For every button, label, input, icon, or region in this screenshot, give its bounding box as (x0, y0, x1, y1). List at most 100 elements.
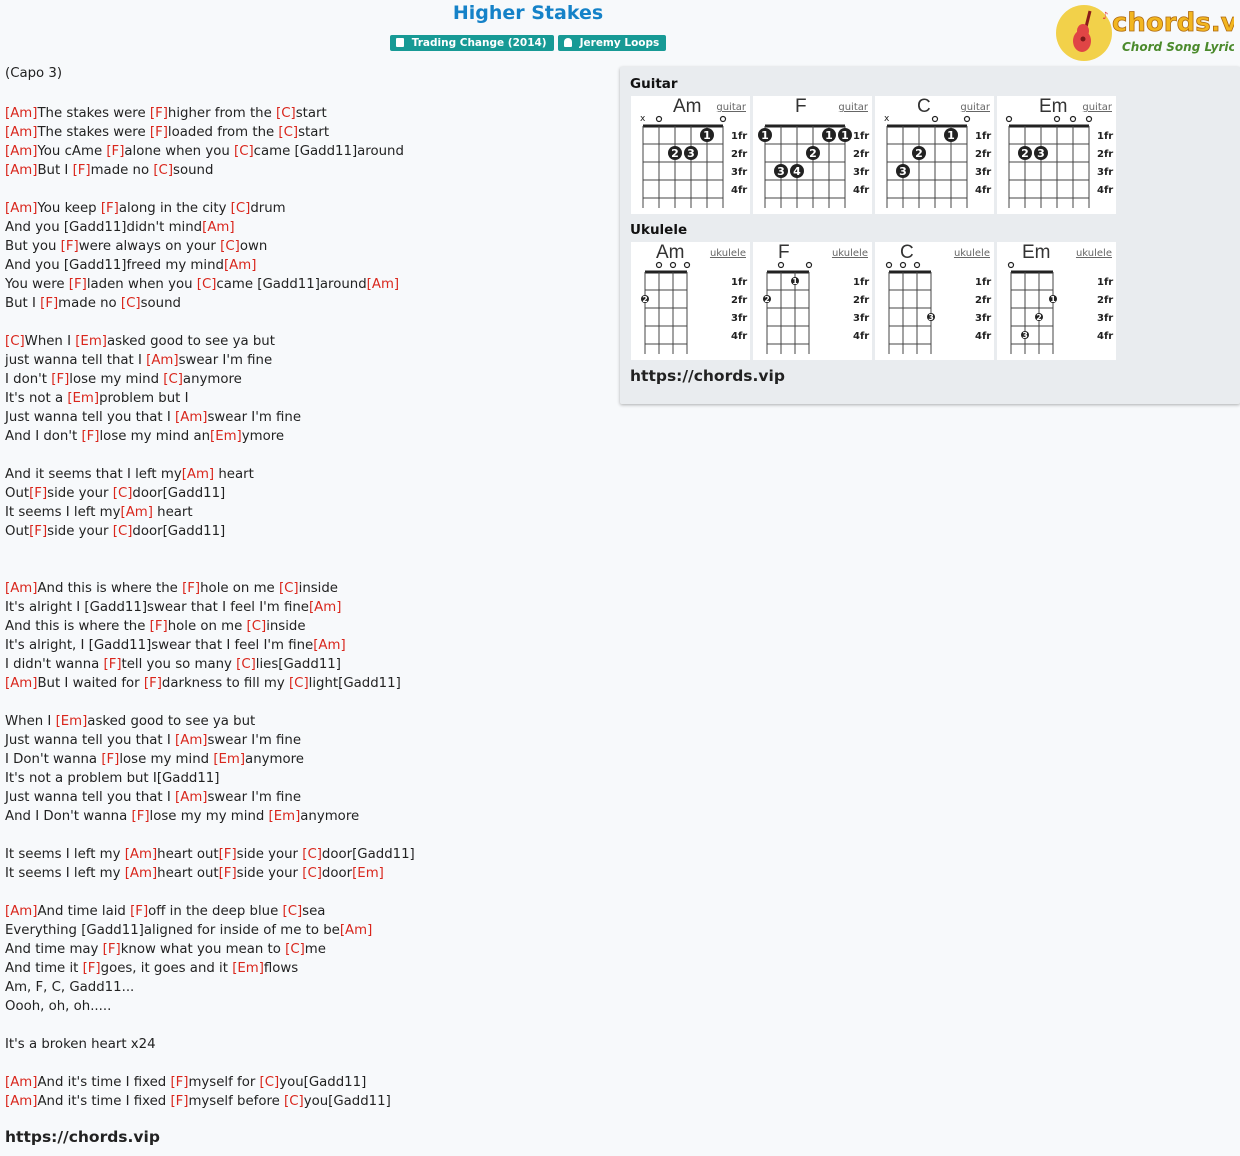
chord-token[interactable]: [F] (182, 581, 200, 596)
chord-token[interactable]: [F] (51, 372, 69, 387)
ukulele-chord-card-f[interactable]: Fukulele 1fr 2fr 3fr 4fr 2 1 (753, 242, 872, 360)
chord-token[interactable]: [C] (283, 904, 303, 919)
chord-token[interactable]: [C] (113, 524, 133, 539)
chord-token[interactable]: [F] (132, 809, 150, 824)
site-logo[interactable]: ♪ chords.vip Chord Song Lyric (1054, 3, 1240, 61)
chord-token[interactable]: [F] (103, 942, 121, 957)
chord-token[interactable]: [Em] (67, 391, 99, 406)
guitar-chord-card-c[interactable]: Cguitar 1fr 2fr 3fr 4fr x 3 2 1 (875, 96, 994, 214)
chord-token[interactable]: [F] (150, 106, 168, 121)
chord-token[interactable]: [Em] (75, 334, 107, 349)
chord-token[interactable]: [C] (236, 657, 256, 672)
artist-badge[interactable]: Jeremy Loops (557, 35, 667, 51)
chord-token[interactable]: [Am] (5, 106, 37, 121)
chord-token[interactable]: [C] (278, 125, 298, 140)
chord-token[interactable]: [Am] (125, 847, 157, 862)
chord-token[interactable]: [C] (284, 1094, 304, 1109)
ukulele-chord-card-am[interactable]: Am ukulele 1fr 2fr 3fr 4fr 2 (631, 242, 750, 360)
chord-token[interactable]: [F] (170, 1075, 188, 1090)
chord-token[interactable]: [Am] (367, 277, 399, 292)
album-badge[interactable]: Trading Change (2014) (389, 35, 554, 51)
chord-token[interactable]: [F] (144, 676, 162, 691)
chord-token[interactable]: [F] (29, 524, 47, 539)
chord-token[interactable]: [Em] (232, 961, 264, 976)
lyric-text: freed my mind (126, 258, 224, 273)
chord-token[interactable]: [Am] (175, 733, 207, 748)
chord-token[interactable]: [C] (197, 277, 217, 292)
chord-token[interactable]: [Am] (5, 904, 37, 919)
chord-token[interactable]: [Am] (5, 1094, 37, 1109)
chord-token[interactable]: [F] (104, 657, 122, 672)
chord-token[interactable]: [Am] (313, 638, 345, 653)
chord-token[interactable]: [Am] (121, 505, 153, 520)
open-string-mark (805, 261, 813, 269)
chord-token[interactable]: [C] (153, 163, 173, 178)
chord-token[interactable]: [C] (289, 676, 309, 691)
chord-token[interactable]: [F] (219, 866, 237, 881)
ukulele-chord-card-c[interactable]: Cukulele 1fr 2fr 3fr 4fr 3 (875, 242, 994, 360)
chord-token[interactable]: [C] (220, 239, 240, 254)
chord-token[interactable]: [C] (302, 847, 322, 862)
chord-token[interactable]: [F] (40, 296, 58, 311)
chord-token[interactable]: [C] (260, 1075, 280, 1090)
chord-token[interactable]: [Am] (175, 790, 207, 805)
chord-token[interactable]: [C] (163, 372, 183, 387)
chord-token[interactable]: [F] (106, 144, 124, 159)
lyric-text: came (216, 277, 258, 292)
chord-token[interactable]: [F] (81, 429, 99, 444)
chord-token[interactable]: [Em] (269, 809, 301, 824)
chord-token[interactable]: [C] (121, 296, 141, 311)
chord-token[interactable]: [F] (150, 125, 168, 140)
chord-token[interactable]: [Am] (175, 410, 207, 425)
lyric-text: problem but I (99, 391, 189, 406)
chord-token[interactable]: [C] (285, 942, 305, 957)
chord-token[interactable]: [F] (170, 1094, 188, 1109)
chord-token[interactable]: [F] (101, 752, 119, 767)
song-title[interactable]: Higher Stakes (0, 2, 1056, 24)
chord-token[interactable]: [Am] (5, 1075, 37, 1090)
lyric-line: It's not a [Em]problem but I (5, 389, 415, 408)
chord-token[interactable]: [F] (150, 619, 168, 634)
guitar-chord-card-f[interactable]: Fguitar 1fr 2fr 3fr 4fr 1 3 4 2 1 1 (753, 96, 872, 214)
chord-token[interactable]: [C] (231, 201, 251, 216)
chord-token[interactable]: [Am] (182, 467, 214, 482)
chord-token[interactable]: [F] (29, 486, 47, 501)
chord-token[interactable]: [Em] (352, 866, 384, 881)
chord-token[interactable]: [Em] (56, 714, 88, 729)
chord-token[interactable]: [C] (247, 619, 267, 634)
guitar-chord-card-am[interactable]: Am guitar 1fr 2fr 3fr 4fr x 2 3 1 (631, 96, 750, 214)
chord-token[interactable]: [Am] (5, 163, 37, 178)
footer-link[interactable]: https://chords.vip (5, 1128, 160, 1146)
panel-link[interactable]: https://chords.vip (630, 367, 785, 385)
chord-token[interactable]: [Em] (210, 429, 242, 444)
chord-token[interactable]: [Am] (224, 258, 256, 273)
chord-token[interactable]: [C] (276, 106, 296, 121)
chord-token[interactable]: [Em] (213, 752, 245, 767)
chord-token[interactable]: [F] (73, 163, 91, 178)
chord-token[interactable]: [Am] (309, 600, 341, 615)
chord-token[interactable]: [C] (234, 144, 254, 159)
chord-token[interactable]: [F] (101, 201, 119, 216)
chord-token[interactable]: [F] (69, 277, 87, 292)
guitar-chord-card-em[interactable]: Em guitar 1fr 2fr 3fr 4fr 2 3 (997, 96, 1116, 214)
chord-token[interactable]: [Am] (125, 866, 157, 881)
chord-token[interactable]: [Am] (202, 220, 234, 235)
chord-token[interactable]: [Am] (5, 144, 37, 159)
chord-token[interactable]: [Am] (5, 581, 37, 596)
chord-token[interactable]: [F] (130, 904, 148, 919)
chord-token[interactable]: [F] (83, 961, 101, 976)
chord-token[interactable]: [C] (302, 866, 322, 881)
chord-token[interactable]: [F] (219, 847, 237, 862)
chord-token[interactable]: [Am] (5, 201, 37, 216)
chord-token[interactable]: [C] (5, 334, 25, 349)
chord-token[interactable]: [Am] (146, 353, 178, 368)
chord-token[interactable]: [C] (279, 581, 299, 596)
chord-token[interactable]: [Am] (5, 125, 37, 140)
lyric-line: [Am]And time laid [F]off in the deep blu… (5, 902, 415, 921)
lyric-text: [Gadd11] (156, 771, 220, 786)
chord-token[interactable]: [F] (61, 239, 79, 254)
chord-token[interactable]: [Am] (5, 676, 37, 691)
chord-token[interactable]: [Am] (340, 923, 372, 938)
ukulele-chord-card-em[interactable]: Em ukulele 1fr 2fr 3fr 4fr 3 2 1 (997, 242, 1116, 360)
chord-token[interactable]: [C] (113, 486, 133, 501)
